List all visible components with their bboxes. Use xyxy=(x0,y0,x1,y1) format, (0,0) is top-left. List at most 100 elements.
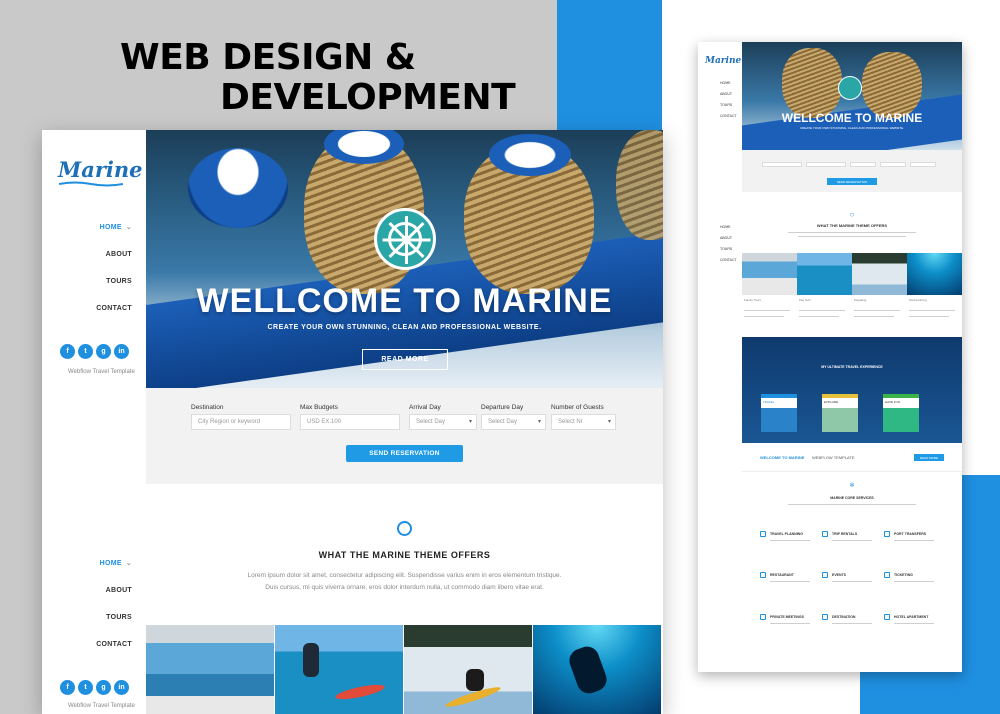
sidebar: Marine HOME ⌄ ABOUT TOURS CONTACT f t g i… xyxy=(42,130,146,388)
nav-home[interactable]: HOME xyxy=(720,78,737,89)
destination-input[interactable]: City Region or keyword xyxy=(191,414,291,430)
service-events: EVENTS xyxy=(832,573,847,577)
rope-coil xyxy=(616,130,663,240)
nav-tours[interactable]: TOURS xyxy=(96,276,132,303)
service-ticketing: TICKETING xyxy=(894,573,913,577)
ship-wheel-icon xyxy=(374,208,436,270)
nav-home-label: HOME xyxy=(99,224,122,231)
events-icon xyxy=(822,572,828,578)
guests-select[interactable]: Select Nr ▾ xyxy=(551,414,616,430)
google-plus-icon[interactable]: g xyxy=(96,344,111,359)
full-page-mockup: Marine HOME ABOUT TOURS CONTACT WELLCOME… xyxy=(698,42,962,672)
tour-caption-scuba: Scuba Diving xyxy=(909,298,927,302)
travel-planning-icon xyxy=(760,531,766,537)
chevron-down-icon: ▾ xyxy=(468,419,472,425)
social-links: f t g in xyxy=(60,680,129,695)
linkedin-icon[interactable]: in xyxy=(114,344,129,359)
card-explore-label: EXPLORE xyxy=(824,400,839,404)
text-line xyxy=(832,623,872,624)
text-line xyxy=(770,581,810,582)
text-line xyxy=(894,581,934,582)
service-destination: DESTINATION xyxy=(832,615,856,619)
headline-line-2: DEVELOPMENT xyxy=(220,77,516,118)
nav-home[interactable]: HOME ⌄ xyxy=(96,222,132,249)
tour-photo-kitesurf[interactable] xyxy=(275,625,403,714)
tour-photo-kitesurf[interactable] xyxy=(797,253,852,295)
logo-wave-icon xyxy=(59,181,123,187)
hero-title: WELLCOME TO MARINE xyxy=(196,282,613,320)
nav-tours[interactable]: TOURS xyxy=(42,612,132,639)
tour-photo-scuba[interactable] xyxy=(907,253,962,295)
tour-photo-kayak[interactable] xyxy=(852,253,907,295)
twitter-icon[interactable]: t xyxy=(78,680,93,695)
cta-title: WELCOME TO MARINE xyxy=(760,455,805,460)
text-line xyxy=(799,310,845,311)
tour-photo-scuba[interactable] xyxy=(533,625,661,714)
read-more-button[interactable]: READ MORE xyxy=(362,349,448,370)
nav-contact[interactable]: CONTACT xyxy=(96,303,132,330)
twitter-icon[interactable]: t xyxy=(78,344,93,359)
departure-label: Departure Day xyxy=(481,404,524,411)
tour-photo-family[interactable] xyxy=(742,253,797,295)
card-have-fun[interactable]: HAVE FUN xyxy=(883,394,919,432)
mini-nav: HOME ABOUT TOURS CONTACT xyxy=(720,78,737,122)
offers-text-1: Lorem ipsum dolor sit amet, consectetur … xyxy=(247,572,562,579)
text-line xyxy=(788,504,916,505)
text-line xyxy=(798,236,906,237)
facebook-icon[interactable]: f xyxy=(60,680,75,695)
text-line xyxy=(894,540,934,541)
port-transfers-icon xyxy=(884,531,890,537)
template-caption: Webflow Travel Template xyxy=(68,369,135,375)
budget-input[interactable]: USD EX.100 xyxy=(300,414,400,430)
text-line xyxy=(894,623,934,624)
circle-icon xyxy=(397,521,412,536)
departure-select[interactable]: Select Day ▾ xyxy=(481,414,546,430)
send-reservation-button[interactable]: SEND RESERVATION xyxy=(346,445,463,462)
destination-label: Destination xyxy=(191,404,224,411)
nav-contact[interactable]: CONTACT xyxy=(720,255,737,266)
cta-suffix: WEBFLOW TEMPLATE xyxy=(812,455,855,460)
nav-contact[interactable]: CONTACT xyxy=(720,111,737,122)
headline-line-1: WEB DESIGN & xyxy=(120,37,416,78)
mini-hero-subtitle: CREATE YOUR OWN STUNNING, CLEAN AND PROF… xyxy=(800,126,904,130)
chevron-down-icon: ▾ xyxy=(607,419,611,425)
mini-booking-form: SEND RESERVATION xyxy=(742,150,962,192)
tour-photo-kayak[interactable] xyxy=(404,625,532,714)
offers-text-2: Duis cursus, mi quis viverra ornare, ero… xyxy=(265,584,544,591)
ticketing-icon xyxy=(884,572,890,578)
nav-about[interactable]: ABOUT xyxy=(42,585,132,612)
text-line xyxy=(744,310,790,311)
linkedin-icon[interactable]: in xyxy=(114,680,129,695)
destination-icon xyxy=(822,614,828,620)
cta-read-more-button[interactable]: READ MORE xyxy=(914,454,944,461)
nav-tours[interactable]: TOURS xyxy=(720,244,737,255)
marine-logo[interactable]: Marine xyxy=(58,157,143,182)
marine-logo[interactable]: Marine xyxy=(705,56,741,66)
restaurant-icon xyxy=(760,572,766,578)
tour-caption-kayak: Kayaking xyxy=(854,298,867,302)
mini-hero-title: WELLCOME TO MARINE xyxy=(781,111,923,125)
private-meetings-icon xyxy=(760,614,766,620)
nav-home[interactable]: HOME xyxy=(720,222,737,233)
google-plus-icon[interactable]: g xyxy=(96,680,111,695)
card-explore[interactable]: EXPLORE xyxy=(822,394,858,432)
nav-tours[interactable]: TOURS xyxy=(720,100,737,111)
card-travel[interactable]: TRAVEL xyxy=(761,394,797,432)
send-reservation-button[interactable]: SEND RESERVATION xyxy=(827,178,877,185)
arrival-select[interactable]: Select Day ▾ xyxy=(409,414,477,430)
budget-label: Max Budgets xyxy=(300,404,338,411)
nav-home[interactable]: HOME ⌄ xyxy=(42,558,132,585)
nav-about[interactable]: ABOUT xyxy=(720,233,737,244)
tour-photo-family[interactable] xyxy=(146,625,274,714)
services-title: MARINE CORE SERVICES xyxy=(830,496,874,500)
nav-contact[interactable]: CONTACT xyxy=(42,639,132,666)
card-have-fun-label: HAVE FUN xyxy=(885,400,900,404)
nav-about[interactable]: ABOUT xyxy=(720,89,737,100)
text-line xyxy=(909,316,949,317)
facebook-icon[interactable]: f xyxy=(60,344,75,359)
hero-section: WELLCOME TO MARINE CREATE YOUR OWN STUNN… xyxy=(146,130,663,388)
nav-about[interactable]: ABOUT xyxy=(96,249,132,276)
hotel-apartment-icon xyxy=(884,614,890,620)
text-line xyxy=(744,316,784,317)
chevron-down-icon: ▾ xyxy=(537,419,541,425)
